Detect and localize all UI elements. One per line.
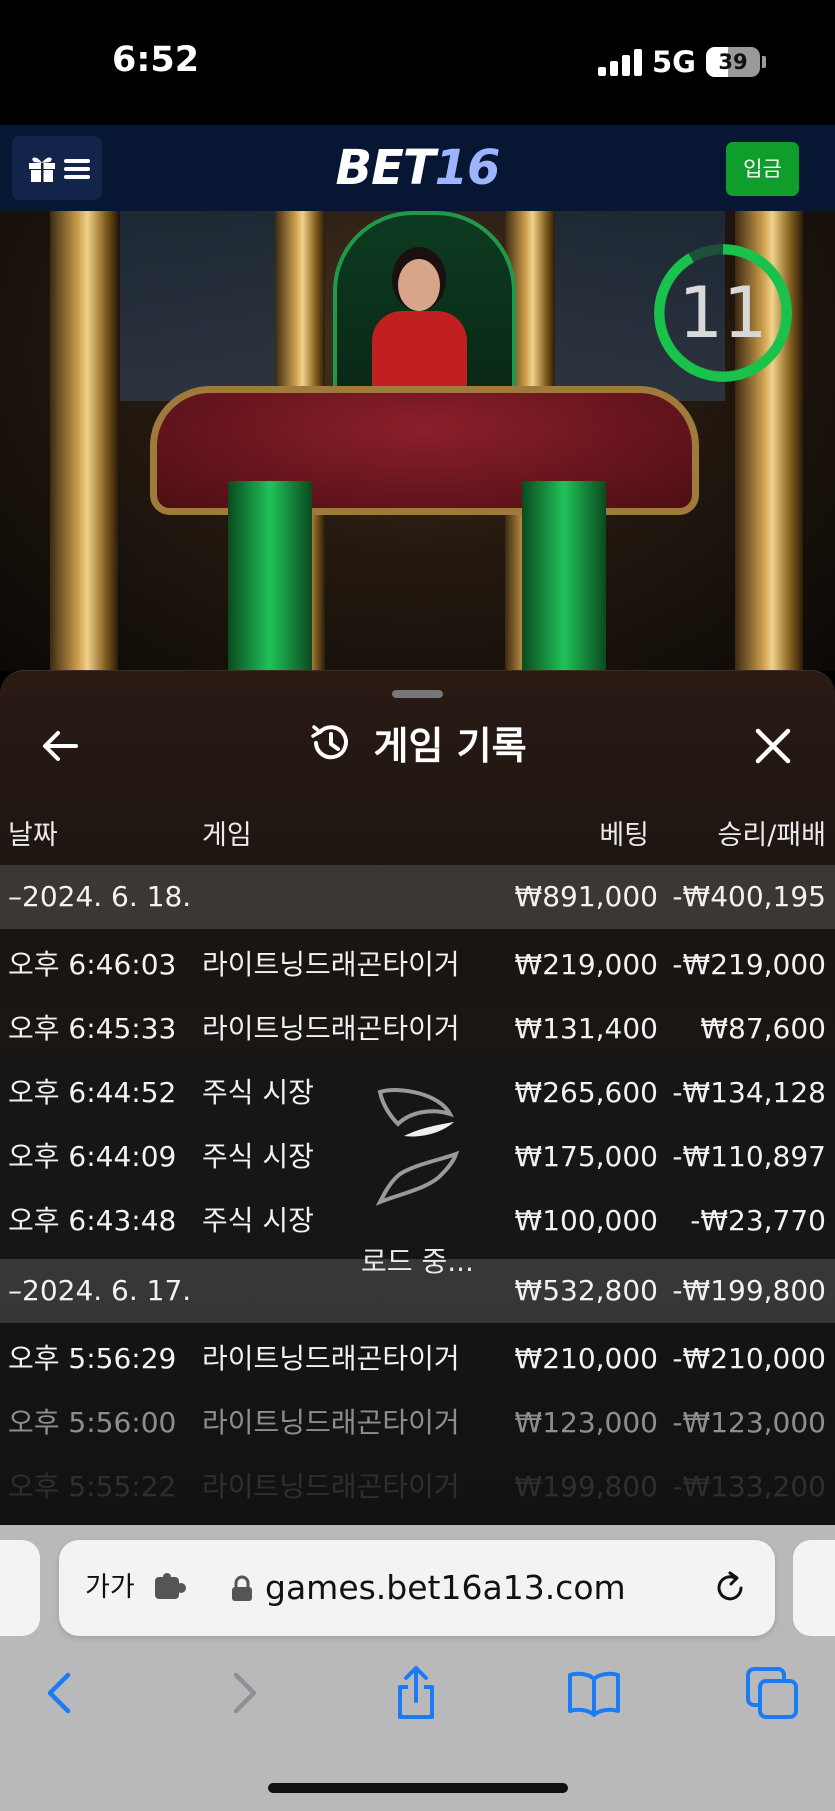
back-icon[interactable] xyxy=(34,1665,90,1721)
app-header: BET16 입금 xyxy=(0,125,835,211)
group-result-total: -₩199,800 xyxy=(672,1274,826,1307)
address-bar[interactable]: 가가 games.bet16a13.com xyxy=(59,1540,775,1636)
row-result: -₩219,000 xyxy=(672,948,826,981)
tabs-icon[interactable] xyxy=(744,1665,800,1721)
row-bet: ₩123,000 xyxy=(514,1406,658,1439)
logo[interactable]: BET16 xyxy=(0,125,835,211)
history-row[interactable]: 오후 5:56:00 라이트닝드래곤타이거 ₩123,000 -₩123,000 xyxy=(0,1391,835,1455)
group-date: –2024. 6. 17. xyxy=(8,1274,192,1307)
home-indicator[interactable] xyxy=(268,1783,568,1793)
extension-icon[interactable] xyxy=(153,1573,187,1601)
group-result-total: -₩400,195 xyxy=(672,880,826,913)
row-game: 라이트닝드래곤타이거 xyxy=(202,1342,460,1375)
row-bet: ₩199,800 xyxy=(514,1470,658,1503)
row-result: ₩87,600 xyxy=(700,1012,826,1045)
column-result: 승리/패배 xyxy=(717,820,826,851)
network-type: 5G xyxy=(652,45,696,79)
close-icon[interactable] xyxy=(748,721,798,771)
row-game: 라이트닝드래곤타이거 xyxy=(202,1470,460,1503)
row-bet: ₩175,000 xyxy=(514,1140,658,1173)
row-bet: ₩100,000 xyxy=(514,1204,658,1237)
row-time: 오후 5:56:00 xyxy=(8,1406,177,1439)
share-icon[interactable] xyxy=(388,1665,444,1721)
row-bet: ₩210,000 xyxy=(514,1342,658,1375)
row-game: 주식 시장 xyxy=(202,1140,314,1173)
row-game: 주식 시장 xyxy=(202,1076,314,1109)
row-bet: ₩219,000 xyxy=(514,948,658,981)
group-date: –2024. 6. 18. xyxy=(8,880,192,913)
lock-icon xyxy=(232,1575,252,1601)
column-date: 날짜 xyxy=(8,820,58,851)
row-result: -₩133,200 xyxy=(672,1470,826,1503)
battery-level: 39 xyxy=(718,50,748,74)
sheet-title: 게임 기록 xyxy=(373,724,527,768)
group-bet-total: ₩891,000 xyxy=(514,880,658,913)
previous-tab-preview[interactable] xyxy=(0,1540,40,1636)
battery-icon: 39 xyxy=(706,47,760,77)
loading-text: 로드 중... xyxy=(361,1245,474,1278)
history-clock-icon xyxy=(311,724,349,759)
reload-icon[interactable] xyxy=(711,1569,749,1607)
row-time: 오후 6:45:33 xyxy=(8,1012,177,1045)
browser-toolbar: 가가 games.bet16a13.com xyxy=(0,1525,835,1811)
row-time: 오후 5:56:29 xyxy=(8,1342,177,1375)
column-game: 게임 xyxy=(202,820,252,851)
row-game: 라이트닝드래곤타이거 xyxy=(202,1012,460,1045)
row-time: 오후 5:55:22 xyxy=(8,1470,177,1503)
menu-icon xyxy=(64,159,90,179)
forward-icon[interactable] xyxy=(214,1665,270,1721)
url-text: games.bet16a13.com xyxy=(265,1568,626,1607)
row-game: 라이트닝드래곤타이거 xyxy=(202,1406,460,1439)
sheet-grabber[interactable] xyxy=(392,690,443,698)
row-game: 주식 시장 xyxy=(202,1204,314,1237)
history-row[interactable]: 오후 6:46:03 라이트닝드래곤타이거 ₩219,000 -₩219,000 xyxy=(0,933,835,997)
row-bet: ₩131,400 xyxy=(514,1012,658,1045)
row-result: -₩134,128 xyxy=(672,1076,826,1109)
menu-button[interactable] xyxy=(12,136,102,200)
group-bet-total: ₩532,800 xyxy=(514,1274,658,1307)
row-game: 라이트닝드래곤타이거 xyxy=(202,948,460,981)
countdown-timer: 11 xyxy=(678,272,768,354)
history-row[interactable]: 오후 5:55:22 라이트닝드래곤타이거 ₩199,800 -₩133,200 xyxy=(0,1455,835,1519)
row-result: -₩210,000 xyxy=(672,1342,826,1375)
row-time: 오후 6:43:48 xyxy=(8,1204,177,1237)
logo-number: 16 xyxy=(434,140,501,196)
row-time: 오후 6:44:52 xyxy=(8,1076,177,1109)
row-time: 오후 6:46:03 xyxy=(8,948,177,981)
logo-text: BET xyxy=(335,140,436,196)
history-row[interactable]: 오후 6:45:33 라이트닝드래곤타이거 ₩131,400 ₩87,600 xyxy=(0,997,835,1061)
text-size-button[interactable]: 가가 xyxy=(85,1540,135,1636)
status-bar: 6:52 5G 39 xyxy=(0,0,835,125)
row-bet: ₩265,600 xyxy=(514,1076,658,1109)
sheet-title-bar: 게임 기록 xyxy=(0,715,835,775)
column-bet: 베팅 xyxy=(599,820,649,851)
signal-icon xyxy=(598,49,642,76)
gift-icon xyxy=(29,157,55,182)
row-result: -₩123,000 xyxy=(672,1406,826,1439)
history-row[interactable]: 오후 5:56:29 라이트닝드래곤타이거 ₩210,000 -₩210,000 xyxy=(0,1327,835,1391)
status-time: 6:52 xyxy=(112,40,200,80)
row-result: -₩110,897 xyxy=(672,1140,826,1173)
row-time: 오후 6:44:09 xyxy=(8,1140,177,1173)
date-group-row[interactable]: –2024. 6. 18. ₩891,000 -₩400,195 xyxy=(0,865,835,929)
deposit-button[interactable]: 입금 xyxy=(726,142,799,196)
loading-spinner-icon xyxy=(375,1088,460,1206)
bookmarks-icon[interactable] xyxy=(566,1665,622,1721)
next-tab-preview[interactable] xyxy=(793,1540,835,1636)
row-result: -₩23,770 xyxy=(690,1204,826,1237)
